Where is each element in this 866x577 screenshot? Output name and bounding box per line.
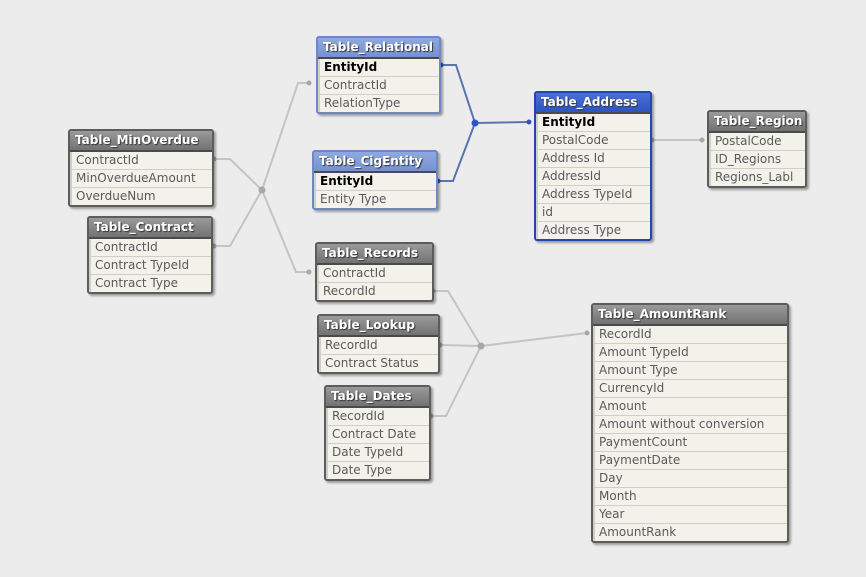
link-end-dot [306, 80, 312, 86]
table-title[interactable]: Table_MinOverdue [70, 131, 212, 152]
field-row[interactable]: Amount [593, 398, 787, 416]
link-recordid [439, 344, 482, 347]
field-row[interactable]: ContractId [70, 152, 212, 170]
table-box-table-contract[interactable]: Table_Contract ContractId Contract TypeId C… [87, 216, 213, 294]
table-title[interactable]: Table_Dates [326, 387, 429, 408]
link-recordid [480, 332, 588, 347]
table-title[interactable]: Table_Lookup [319, 316, 438, 337]
field-row[interactable]: Amount TypeId [593, 344, 787, 362]
field-row[interactable]: id [536, 204, 650, 222]
link-contractid [261, 82, 309, 191]
field-row[interactable]: PostalCode [536, 132, 650, 150]
field-row[interactable]: Entity Type [314, 191, 436, 208]
link-hub-dot [477, 342, 485, 350]
field-row[interactable]: Year [593, 506, 787, 524]
field-row[interactable]: Amount without conversion [593, 416, 787, 434]
link-entityid [441, 64, 530, 125]
table-title[interactable]: Table_Contract [89, 218, 211, 239]
field-row[interactable]: Address TypeId [536, 186, 650, 204]
table-box-table-lookup[interactable]: Table_Lookup RecordId Contract Status [317, 314, 440, 374]
table-title[interactable]: Table_Region [709, 112, 805, 133]
link-end-dot [306, 269, 312, 275]
table-box-table-relational[interactable]: Table_Relational EntityId ContractId Relati… [316, 36, 441, 114]
field-row[interactable]: Address Type [536, 222, 650, 239]
field-row[interactable]: RecordId [326, 408, 429, 426]
table-title[interactable]: Table_CigEntity [314, 152, 436, 173]
field-row[interactable]: Amount Type [593, 362, 787, 380]
field-row[interactable]: RecordId [317, 283, 432, 300]
table-title[interactable]: Table_AmountRank [593, 305, 787, 326]
field-row[interactable]: EntityId [318, 59, 439, 77]
field-row[interactable]: Address Id [536, 150, 650, 168]
field-row[interactable]: Regions_Labl [709, 169, 805, 186]
field-row[interactable]: Day [593, 470, 787, 488]
field-row[interactable]: EntityId [536, 114, 650, 132]
field-row[interactable]: RelationType [318, 95, 439, 112]
link-end-dot [526, 119, 532, 125]
table-box-table-amountrank[interactable]: Table_AmountRank RecordId Amount TypeId Amo… [591, 303, 789, 543]
field-row[interactable]: ID_Regions [709, 151, 805, 169]
table-title[interactable]: Table_Address [536, 93, 650, 114]
link-entityid [438, 122, 476, 182]
field-row[interactable]: ContractId [89, 239, 211, 257]
field-row[interactable]: Month [593, 488, 787, 506]
field-row[interactable]: RecordId [593, 326, 787, 344]
link-end-dot [584, 330, 590, 336]
field-row[interactable]: AddressId [536, 168, 650, 186]
table-box-table-records[interactable]: Table_Records ContractId RecordId [315, 242, 434, 302]
field-row[interactable]: Contract Type [89, 275, 211, 292]
field-row[interactable]: Contract Date [326, 426, 429, 444]
field-row[interactable]: PostalCode [709, 133, 805, 151]
table-title[interactable]: Table_Records [317, 244, 432, 265]
field-row[interactable]: ContractId [317, 265, 432, 283]
link-hub-dot [258, 186, 266, 194]
link-hub-dot [471, 119, 479, 127]
field-row[interactable]: Contract TypeId [89, 257, 211, 275]
field-row[interactable]: ContractId [318, 77, 439, 95]
field-row[interactable]: CurrencyId [593, 380, 787, 398]
field-row[interactable]: MinOverdueAmount [70, 170, 212, 188]
table-title[interactable]: Table_Relational [318, 38, 439, 59]
table-box-table-cigentity[interactable]: Table_CigEntity EntityId Entity Type [312, 150, 438, 210]
field-row[interactable]: Date Type [326, 462, 429, 479]
link-end-dot [699, 137, 705, 143]
field-row[interactable]: Contract Status [319, 355, 438, 372]
table-box-table-address[interactable]: Table_Address EntityId PostalCode Address I… [534, 91, 652, 241]
table-box-table-region[interactable]: Table_Region PostalCode ID_Regions Regions_… [707, 110, 807, 188]
link-contractid [214, 158, 263, 191]
field-row[interactable]: AmountRank [593, 524, 787, 541]
table-box-table-dates[interactable]: Table_Dates RecordId Contract Date Date Typ… [324, 385, 431, 481]
field-row[interactable]: PaymentCount [593, 434, 787, 452]
field-row[interactable]: EntityId [314, 173, 436, 191]
table-box-table-minoverdue[interactable]: Table_MinOverdue ContractId MinOverdueAmou… [68, 129, 214, 207]
field-row[interactable]: OverdueNum [70, 188, 212, 205]
link-contractid [214, 189, 263, 247]
field-row[interactable]: PaymentDate [593, 452, 787, 470]
field-row[interactable]: Date TypeId [326, 444, 429, 462]
field-row[interactable]: RecordId [319, 337, 438, 355]
link-recordid [433, 290, 482, 347]
link-contractid [261, 189, 309, 273]
